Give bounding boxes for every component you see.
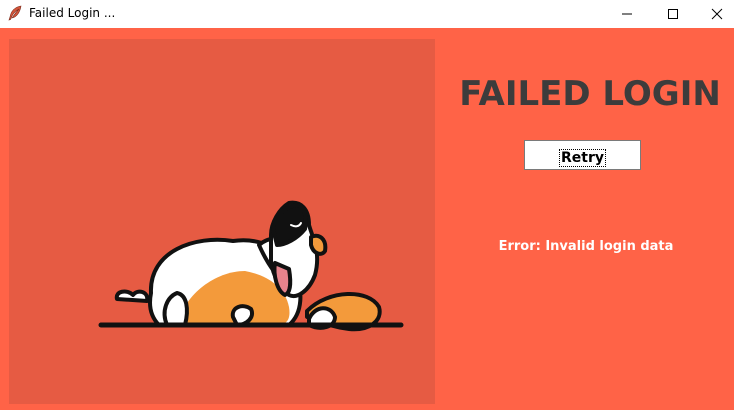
page-title: FAILED LOGIN xyxy=(459,74,721,114)
title-bar: Failed Login ... xyxy=(0,0,734,28)
maximize-button[interactable] xyxy=(650,0,696,28)
close-icon xyxy=(711,8,723,20)
window-title: Failed Login ... xyxy=(29,6,116,20)
minimize-button[interactable] xyxy=(604,0,650,28)
error-message: Error: Invalid login data xyxy=(498,239,674,254)
maximize-icon xyxy=(668,9,678,19)
close-button[interactable] xyxy=(696,0,734,28)
illustration-panel xyxy=(9,39,435,404)
minimize-icon xyxy=(622,13,632,15)
retry-button[interactable]: Retry xyxy=(524,140,641,170)
sleeping-dog-illustration xyxy=(98,200,404,332)
window-client-area: FAILED LOGIN Retry Error: Invalid login … xyxy=(0,28,734,410)
feather-icon xyxy=(7,5,23,21)
retry-button-label: Retry xyxy=(559,148,606,167)
